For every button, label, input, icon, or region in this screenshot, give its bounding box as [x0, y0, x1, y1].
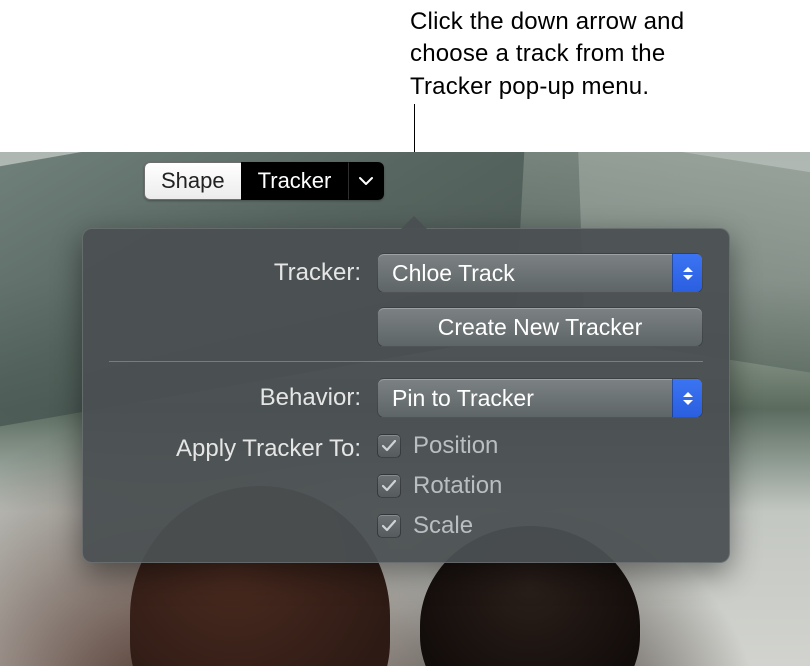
tracker-popover: Tracker: Chloe Track Create New Tracker … — [82, 228, 730, 563]
chevron-down-icon — [359, 176, 373, 186]
button-label: Create New Tracker — [438, 314, 643, 341]
behavior-field-label: Behavior: — [109, 384, 377, 412]
tab-tracker[interactable]: Tracker — [241, 162, 349, 200]
select-stepper-icon — [672, 379, 702, 417]
divider — [109, 361, 703, 362]
tab-label: Tracker — [258, 168, 332, 194]
scale-checkbox-label: Scale — [413, 512, 473, 540]
apply-tracker-to-label: Apply Tracker To: — [109, 432, 377, 463]
check-icon — [382, 480, 396, 492]
tracker-menu-disclosure-button[interactable] — [348, 162, 384, 200]
tracker-select[interactable]: Chloe Track — [377, 253, 703, 293]
tracker-select-value: Chloe Track — [392, 260, 515, 287]
rotation-checkbox[interactable] — [377, 474, 401, 498]
tab-label: Shape — [161, 168, 225, 194]
behavior-select-value: Pin to Tracker — [392, 385, 534, 412]
position-checkbox[interactable] — [377, 434, 401, 458]
scale-checkbox[interactable] — [377, 514, 401, 538]
select-stepper-icon — [672, 254, 702, 292]
callout-text: Click the down arrow and choose a track … — [410, 6, 750, 103]
create-new-tracker-button[interactable]: Create New Tracker — [377, 307, 703, 347]
position-checkbox-label: Position — [413, 432, 498, 460]
hud-tab-bar: Shape Tracker — [144, 162, 384, 200]
check-icon — [382, 440, 396, 452]
tab-shape[interactable]: Shape — [144, 162, 241, 200]
tracker-field-label: Tracker: — [109, 259, 377, 287]
behavior-select[interactable]: Pin to Tracker — [377, 378, 703, 418]
check-icon — [382, 520, 396, 532]
rotation-checkbox-label: Rotation — [413, 472, 502, 500]
